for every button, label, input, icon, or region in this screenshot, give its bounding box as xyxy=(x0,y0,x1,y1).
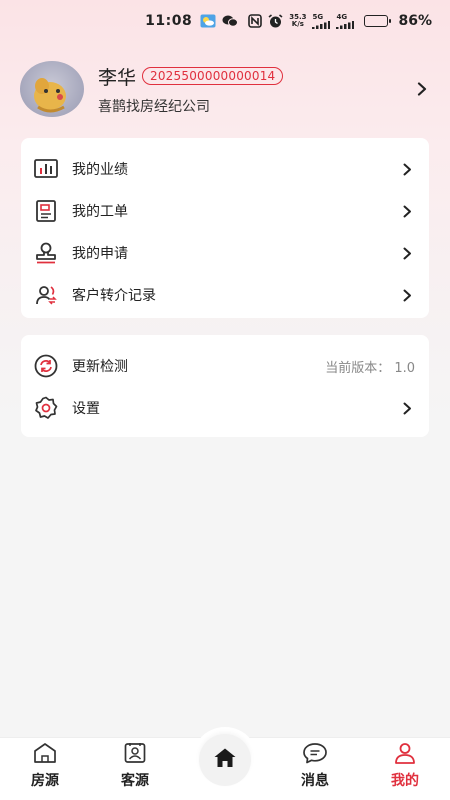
home-icon xyxy=(213,747,237,773)
battery-percent: 86% xyxy=(398,13,432,29)
profile-header[interactable]: 李华 2025500000000014 喜鹊找房经纪公司 xyxy=(20,58,432,120)
house-outline-icon xyxy=(33,742,57,768)
nav-label: 房源 xyxy=(31,773,59,789)
refresh-icon xyxy=(33,353,59,379)
signal-4g-label: 4G xyxy=(336,12,348,21)
update-check-item[interactable]: 更新检测 当前版本： 1.0 xyxy=(21,345,429,387)
weather-icon xyxy=(200,14,216,28)
home-button[interactable] xyxy=(199,734,251,786)
menu-item-label: 我的申请 xyxy=(72,246,128,262)
nav-label: 客源 xyxy=(121,773,149,789)
menu-item-label: 我的工单 xyxy=(72,204,128,220)
chevron-right-icon xyxy=(399,161,415,177)
menu-card: 我的业绩 我的工单 我的申请 客户转介记录 xyxy=(21,138,429,318)
signal-5g-icon: 5G xyxy=(312,12,331,29)
nav-tab-messages[interactable]: 消息 xyxy=(270,742,360,790)
user-id-badge: 2025500000000014 xyxy=(142,67,284,85)
menu-item-applications[interactable]: 我的申请 xyxy=(21,232,429,274)
update-check-label: 更新检测 xyxy=(72,359,128,375)
version-text: 当前版本： 1.0 xyxy=(325,360,415,376)
status-time: 11:08 xyxy=(145,13,193,29)
net-speed: 35.3 K/s xyxy=(289,14,306,28)
avatar-image xyxy=(34,78,66,113)
stamp-icon xyxy=(33,240,59,266)
user-name: 李华 xyxy=(98,66,137,89)
settings-item[interactable]: 设置 xyxy=(21,387,429,429)
chevron-right-icon xyxy=(399,287,415,303)
chevron-right-icon[interactable] xyxy=(412,79,432,99)
company-name: 喜鹊找房经纪公司 xyxy=(98,98,210,115)
battery-icon xyxy=(364,15,392,27)
wechat-icon xyxy=(222,14,239,28)
alarm-icon xyxy=(268,13,283,29)
nav-tab-clients[interactable]: 客源 xyxy=(90,742,180,790)
nav-tab-mine[interactable]: 我的 xyxy=(360,742,450,790)
menu-item-label: 客户转介记录 xyxy=(72,288,156,304)
signal-4g-icon: 4G xyxy=(336,12,355,29)
gear-icon xyxy=(33,395,59,421)
work-order-icon xyxy=(33,198,59,224)
status-bar: 11:08 35.3 K/s 5G 4G 86% xyxy=(0,0,450,42)
chevron-right-icon xyxy=(399,203,415,219)
chart-icon xyxy=(33,156,59,182)
chevron-right-icon xyxy=(399,400,415,416)
menu-item-work-orders[interactable]: 我的工单 xyxy=(21,190,429,232)
chevron-right-icon xyxy=(399,245,415,261)
user-transfer-icon xyxy=(33,282,59,308)
settings-label: 设置 xyxy=(72,401,100,417)
nav-label: 我的 xyxy=(391,773,419,789)
menu-item-label: 我的业绩 xyxy=(72,162,128,178)
nfc-icon xyxy=(248,14,263,28)
menu-item-performance[interactable]: 我的业绩 xyxy=(21,148,429,190)
message-icon xyxy=(302,742,328,768)
net-speed-unit: K/s xyxy=(291,20,304,28)
nav-tab-houses[interactable]: 房源 xyxy=(0,742,90,790)
settings-card: 更新检测 当前版本： 1.0 设置 xyxy=(21,335,429,437)
user-icon xyxy=(393,742,417,768)
contact-card-icon xyxy=(123,742,147,768)
avatar[interactable] xyxy=(20,61,84,117)
menu-item-client-referrals[interactable]: 客户转介记录 xyxy=(21,274,429,316)
signal-5g-label: 5G xyxy=(312,12,324,21)
nav-label: 消息 xyxy=(301,773,329,789)
